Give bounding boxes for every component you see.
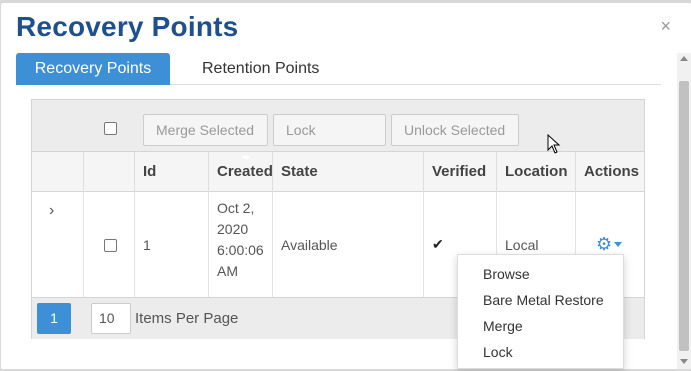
modal-scrollbar[interactable] <box>677 53 691 369</box>
row-state: Available <box>272 192 423 297</box>
items-per-page-select[interactable]: 10 <box>91 303 131 334</box>
mouse-cursor-icon <box>547 134 561 154</box>
header-actions: Actions <box>575 152 644 192</box>
lock-selected-button[interactable]: Lock Selected <box>273 114 386 168</box>
checkmark-icon: ✔ <box>432 236 444 252</box>
actions-dropdown-menu: Browse Bare Metal Restore Merge Lock <box>457 254 624 369</box>
close-button[interactable]: × <box>660 17 671 35</box>
header-created-label: Created <box>217 163 273 180</box>
select-all-checkbox[interactable] <box>104 122 117 135</box>
header-location[interactable]: Location <box>496 152 575 192</box>
merge-selected-button[interactable]: Merge Selected <box>143 114 268 146</box>
unlock-selected-button[interactable]: Unlock Selected <box>391 114 519 146</box>
row-checkbox[interactable] <box>104 239 117 252</box>
menu-item-browse[interactable]: Browse <box>483 266 530 282</box>
table-header: Id Created State Verified Location Actio… <box>32 152 644 192</box>
menu-item-merge[interactable]: Merge <box>483 318 523 334</box>
tab-retention-points[interactable]: Retention Points <box>186 53 335 85</box>
header-created[interactable]: Created <box>208 152 273 192</box>
gear-icon[interactable]: ⚙ <box>596 234 623 255</box>
row-expand-cell: › <box>32 192 83 297</box>
row-id: 1 <box>134 192 208 297</box>
row-select-cell <box>83 192 134 297</box>
header-id[interactable]: Id <box>134 152 208 192</box>
row-created-line: 2020 <box>217 221 249 237</box>
page-button-current[interactable]: 1 <box>37 303 71 334</box>
chevron-right-icon[interactable]: › <box>49 202 54 220</box>
row-created-line: Oct 2, <box>217 200 255 216</box>
menu-item-lock[interactable]: Lock <box>483 344 513 360</box>
row-created-line: 6:00:06 <box>217 242 264 258</box>
caret-down-icon <box>614 242 623 247</box>
row-created-line: AM <box>217 263 238 279</box>
header-expand <box>32 152 83 192</box>
header-verified[interactable]: Verified <box>423 152 496 192</box>
row-created: Oct 2, 2020 6:00:06 AM <box>208 192 272 297</box>
scroll-down-icon[interactable] <box>680 359 688 364</box>
menu-item-bare-metal-restore[interactable]: Bare Metal Restore <box>483 292 604 308</box>
modal-title: Recovery Points <box>16 11 239 42</box>
sort-caret-icon <box>242 156 250 160</box>
header-state[interactable]: State <box>272 152 423 192</box>
tab-bar: Recovery Points Retention Points <box>16 53 661 85</box>
header-select <box>83 152 134 192</box>
scroll-up-icon[interactable] <box>680 56 688 61</box>
items-per-page-label: Items Per Page <box>135 310 239 327</box>
tab-recovery-points[interactable]: Recovery Points <box>16 53 170 85</box>
scroll-thumb[interactable] <box>679 81 689 351</box>
